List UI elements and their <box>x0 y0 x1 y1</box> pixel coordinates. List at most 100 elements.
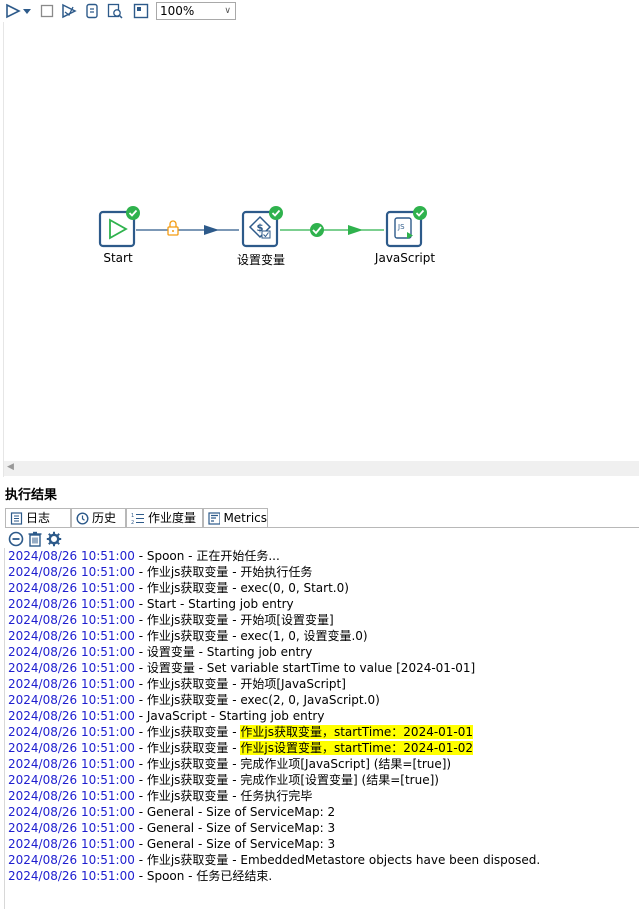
log-timestamp: 2024/08/26 10:51:00 <box>8 789 135 803</box>
log-line: 2024/08/26 10:51:00 - Spoon - 任务已经结束. <box>8 868 639 884</box>
log-message: - Spoon - 任务已经结束. <box>134 869 273 883</box>
log-timestamp: 2024/08/26 10:51:00 <box>8 853 135 867</box>
log-message: - 作业js获取变量 - exec(0, 0, Start.0) <box>134 581 349 595</box>
log-timestamp: 2024/08/26 10:51:00 <box>8 741 135 755</box>
log-line: 2024/08/26 10:51:00 - 设置变量 - Set variabl… <box>8 660 639 676</box>
log-line: 2024/08/26 10:51:00 - General - Size of … <box>8 820 639 836</box>
explore-icon[interactable] <box>106 2 124 20</box>
log-timestamp: 2024/08/26 10:51:00 <box>8 869 135 883</box>
log-output[interactable]: 2024/08/26 10:51:00 - Spoon - 正在开始任务... 2… <box>4 548 639 909</box>
tab-history[interactable]: 历史 <box>71 508 126 527</box>
run-dropdown-icon[interactable] <box>22 2 32 20</box>
success-badge-icon <box>269 206 283 220</box>
job-graph: $ JS <box>98 206 427 248</box>
log-message: - General - Size of ServiceMap: 3 <box>134 821 336 835</box>
lock-icon <box>167 220 179 236</box>
hop-arrow-icon <box>348 225 363 235</box>
log-message: - 作业js获取变量 - 开始项[设置变量] <box>134 613 334 627</box>
log-message: - 作业js获取变量 - exec(1, 0, 设置变量.0) <box>134 629 368 643</box>
log-line: 2024/08/26 10:51:00 - 设置变量 - Starting jo… <box>8 644 639 660</box>
log-timestamp: 2024/08/26 10:51:00 <box>8 725 135 739</box>
set-variables-node[interactable]: $ <box>241 206 283 248</box>
log-timestamp: 2024/08/26 10:51:00 <box>8 581 135 595</box>
job-canvas[interactable]: $ JS Start 设置变量 JavaScript <box>4 22 639 462</box>
delete-icon[interactable] <box>28 531 42 547</box>
tab-metrics-label: Metrics <box>223 510 267 525</box>
tab-log-label: 日志 <box>26 510 51 525</box>
toolbar: 100% ∨ <box>0 0 639 22</box>
log-message: - 作业js获取变量 - exec(2, 0, JavaScript.0) <box>134 693 380 707</box>
clear-log-icon[interactable] <box>8 531 24 547</box>
log-message: - General - Size of ServiceMap: 2 <box>134 805 336 819</box>
log-icon <box>10 511 23 525</box>
metrics-list-icon: 12 <box>131 513 144 525</box>
log-message: - 作业js获取变量 - 完成作业项[JavaScript] (结果=[true… <box>134 757 452 771</box>
log-line: 2024/08/26 10:51:00 - 作业js获取变量 - 完成作业项[J… <box>8 756 639 772</box>
javascript-node[interactable]: JS <box>385 206 427 248</box>
chevron-down-icon: ∨ <box>224 6 231 16</box>
stop-icon[interactable] <box>38 2 56 20</box>
log-line: 2024/08/26 10:51:00 - 作业js获取变量 - 任务执行完毕 <box>8 788 639 804</box>
log-line: 2024/08/26 10:51:00 - JavaScript - Start… <box>8 708 639 724</box>
log-timestamp: 2024/08/26 10:51:00 <box>8 661 135 675</box>
node-label-set-variables: 设置变量 <box>236 253 285 267</box>
tab-metrics[interactable]: Metrics <box>203 508 268 527</box>
log-line: 2024/08/26 10:51:00 - 作业js获取变量 - Embedde… <box>8 852 639 868</box>
hop-success-icon <box>310 223 324 237</box>
tab-log[interactable]: 日志 <box>5 508 71 527</box>
tab-job-metrics-label: 作业度量 <box>148 510 197 525</box>
log-line: 2024/08/26 10:51:00 - 作业js获取变量 - 开始项[设置变… <box>8 612 639 628</box>
log-line: 2024/08/26 10:51:00 - Start - Starting j… <box>8 596 639 612</box>
log-message: - 作业js获取变量 - 开始项[JavaScript] <box>134 677 346 691</box>
log-timestamp: 2024/08/26 10:51:00 <box>8 821 135 835</box>
log-line: 2024/08/26 10:51:00 - 作业js获取变量 - 开始执行任务 <box>8 564 639 580</box>
scroll-left-icon[interactable]: ◀ <box>7 462 14 472</box>
log-timestamp: 2024/08/26 10:51:00 <box>8 549 135 563</box>
log-timestamp: 2024/08/26 10:51:00 <box>8 677 135 691</box>
node-label-start: Start <box>103 251 133 265</box>
tabs-divider <box>5 527 639 528</box>
log-message: - 作业js获取变量 - 完成作业项[设置变量] (结果=[true]) <box>134 773 439 787</box>
log-line: 2024/08/26 10:51:00 - General - Size of … <box>8 836 639 852</box>
success-badge-icon <box>126 206 140 220</box>
log-timestamp: 2024/08/26 10:51:00 <box>8 773 135 787</box>
log-line: 2024/08/26 10:51:00 - 作业js获取变量 - exec(2,… <box>8 692 639 708</box>
log-timestamp: 2024/08/26 10:51:00 <box>8 613 135 627</box>
log-timestamp: 2024/08/26 10:51:00 <box>8 645 135 659</box>
log-toolbar <box>8 531 62 547</box>
svg-text:JS: JS <box>397 223 405 231</box>
log-timestamp: 2024/08/26 10:51:00 <box>8 709 135 723</box>
log-message: - 作业js获取变量 - <box>134 741 241 755</box>
log-line: 2024/08/26 10:51:00 - 作业js获取变量 - 开始项[Jav… <box>8 676 639 692</box>
log-message: - 作业js获取变量 - 开始执行任务 <box>134 565 313 579</box>
log-line: 2024/08/26 10:51:00 - 作业js获取变量 - 作业js获取变… <box>8 724 639 740</box>
start-node[interactable] <box>98 206 140 248</box>
log-message: - JavaScript - Starting job entry <box>134 709 325 723</box>
log-message: - 设置变量 - Starting job entry <box>134 645 313 659</box>
log-message: - 作业js获取变量 - 任务执行完毕 <box>134 789 313 803</box>
log-line: 2024/08/26 10:51:00 - 作业js获取变量 - exec(0,… <box>8 580 639 596</box>
horizontal-scrollbar[interactable]: ◀ <box>4 461 639 476</box>
log-timestamp: 2024/08/26 10:51:00 <box>8 693 135 707</box>
results-title: 执行结果 <box>5 488 58 503</box>
run-icon[interactable] <box>4 2 22 20</box>
zoom-value: 100% <box>160 4 195 18</box>
replay-icon[interactable] <box>83 2 101 20</box>
tab-job-metrics[interactable]: 12 作业度量 <box>126 508 203 527</box>
log-highlight: 作业js设置变量，startTime：2024-01-02 <box>240 741 474 755</box>
log-line: 2024/08/26 10:51:00 - 作业js获取变量 - 完成作业项[设… <box>8 772 639 788</box>
zoom-select[interactable]: 100% ∨ <box>156 2 236 20</box>
log-line: 2024/08/26 10:51:00 - General - Size of … <box>8 804 639 820</box>
preview-icon[interactable] <box>60 2 78 20</box>
tab-history-label: 历史 <box>92 510 117 525</box>
log-message: - 作业js获取变量 - <box>134 725 241 739</box>
log-line: 2024/08/26 10:51:00 - 作业js获取变量 - 作业js设置变… <box>8 740 639 756</box>
grid-icon[interactable] <box>132 2 150 20</box>
log-message: - Spoon - 正在开始任务... <box>134 549 280 563</box>
settings-icon[interactable] <box>46 531 62 547</box>
log-highlight: 作业js获取变量，startTime：2024-01-01 <box>240 725 474 739</box>
log-message: - General - Size of ServiceMap: 3 <box>134 837 336 851</box>
chart-icon <box>208 511 221 525</box>
history-icon <box>76 511 89 525</box>
svg-text:1: 1 <box>131 513 134 519</box>
